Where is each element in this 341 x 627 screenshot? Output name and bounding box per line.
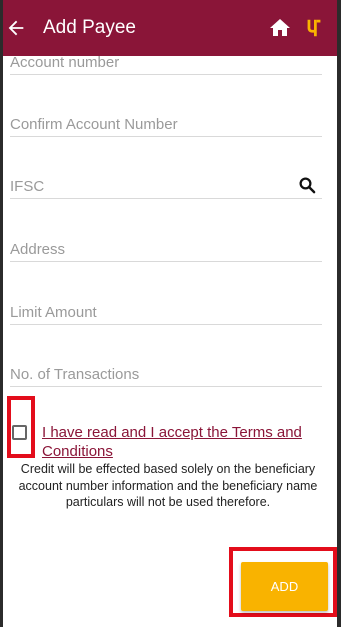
terms-checkbox[interactable]: [12, 425, 27, 440]
address-placeholder: Address: [10, 241, 66, 258]
no-of-transactions-placeholder: No. of Transactions: [10, 366, 140, 383]
page-title: Add Payee: [43, 17, 136, 38]
account-number-placeholder: Account number: [10, 54, 120, 71]
app-bar: Add Payee: [3, 0, 337, 56]
no-of-transactions-field[interactable]: No. of Transactions: [10, 364, 322, 387]
search-icon[interactable]: [298, 176, 316, 194]
arrow-back-icon: [8, 20, 24, 36]
confirm-account-number-field[interactable]: Confirm Account Number: [10, 114, 322, 137]
limit-amount-placeholder: Limit Amount: [10, 304, 97, 321]
home-button[interactable]: [265, 0, 295, 56]
address-field[interactable]: Address: [10, 239, 322, 262]
home-icon: [270, 19, 290, 36]
add-payee-screen: Add Payee Account number Confirm Account…: [0, 0, 341, 627]
ifsc-placeholder: IFSC: [10, 178, 45, 195]
terms-link[interactable]: I have read and I accept the Terms and C…: [42, 423, 322, 461]
disclaimer-text: Credit will be effected based solely on …: [18, 462, 318, 509]
add-button[interactable]: ADD: [241, 562, 328, 611]
ifsc-field[interactable]: IFSC: [10, 176, 322, 199]
confirm-account-number-placeholder: Confirm Account Number: [10, 116, 178, 133]
account-number-field[interactable]: Account number: [10, 52, 322, 75]
bank-logo: [301, 0, 327, 56]
bank-logo-icon: [307, 19, 321, 37]
limit-amount-field[interactable]: Limit Amount: [10, 302, 322, 325]
back-button[interactable]: [3, 0, 37, 56]
